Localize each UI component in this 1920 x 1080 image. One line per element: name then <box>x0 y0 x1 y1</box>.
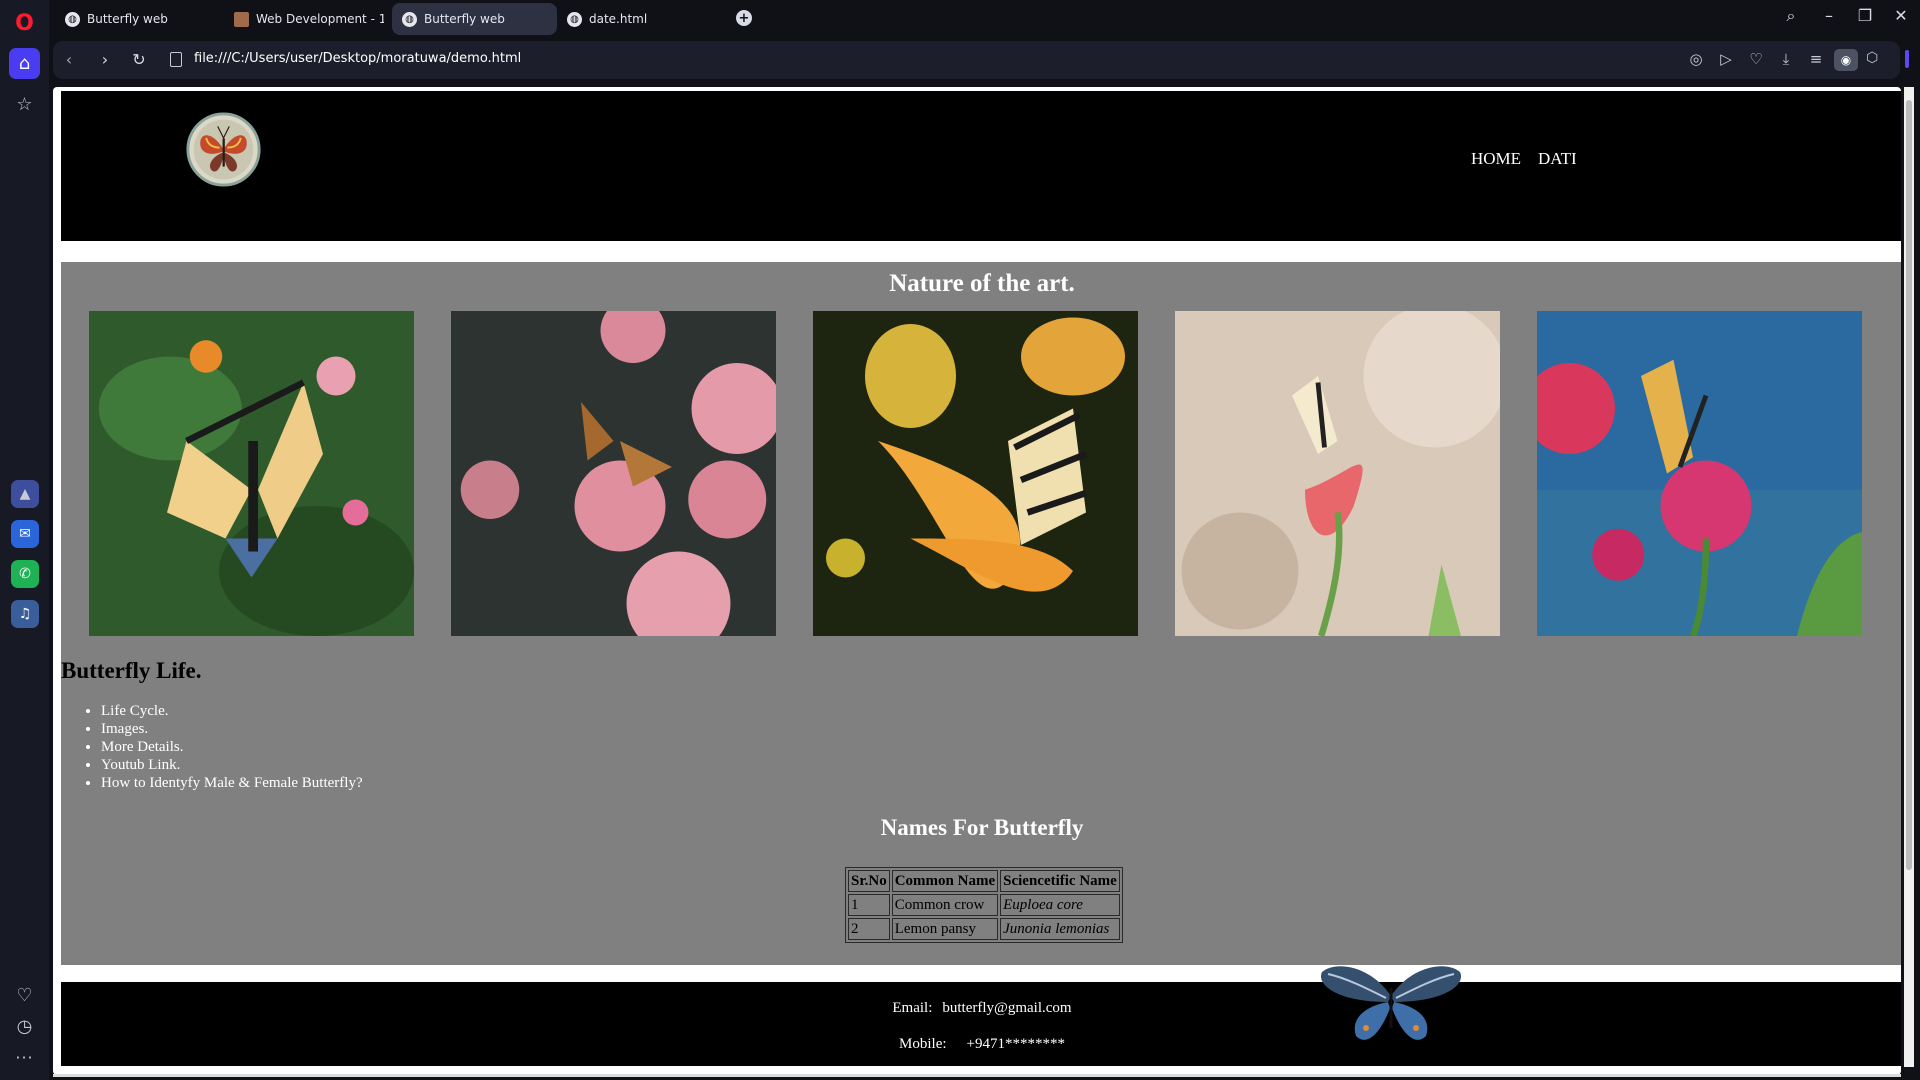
back-arrow-icon[interactable]: ‹ <box>59 50 79 69</box>
site-favicon-icon <box>234 11 249 27</box>
table-cell: Lemon pansy <box>891 918 999 940</box>
nav-home-link[interactable]: HOME <box>1471 149 1521 169</box>
gallery-image-4 <box>1175 311 1500 636</box>
heart-icon[interactable]: ♡ <box>1745 50 1767 68</box>
address-toolbar: ‹ › ↻ file:///C:/Users/user/Desktop/mora… <box>53 41 1900 79</box>
more-icon[interactable]: ··· <box>9 1042 40 1073</box>
opera-logo-icon[interactable]: O <box>9 8 40 39</box>
favorites-heart-icon[interactable]: ♡ <box>9 980 40 1011</box>
tab-butterfly-web-1[interactable]: ◍ Butterfly web <box>55 3 215 35</box>
life-list: Life Cycle. Images. More Details. Youtub… <box>101 702 363 792</box>
email-label: Email: <box>892 1000 933 1016</box>
messenger-icon[interactable]: ✉ <box>11 520 39 548</box>
browser-sidebar: O ⌂ ☆ ▲ ✉ ✆ ♫ ♡ ◷ ··· <box>0 0 49 1080</box>
globe-icon: ◍ <box>65 11 80 27</box>
table-header-scientific-name: Sciencetific Name <box>1000 870 1120 892</box>
page-file-icon <box>170 52 182 67</box>
tab-web-development[interactable]: Web Development - 1. We <box>224 3 384 35</box>
globe-icon: ◍ <box>402 11 417 27</box>
home-icon[interactable]: ⌂ <box>9 48 40 79</box>
footer-mobile-line: Mobile: +9471******** <box>61 1036 1901 1053</box>
tab-date-html[interactable]: ◍ date.html <box>557 3 717 35</box>
address-url-input[interactable]: file:///C:/Users/user/Desktop/moratuwa/d… <box>194 51 521 66</box>
mobile-value: +9471******** <box>966 1036 1065 1052</box>
table-cell: Common crow <box>891 894 999 916</box>
sidebar-toggle-indicator[interactable] <box>1905 50 1909 68</box>
minimize-icon[interactable]: – <box>1817 6 1841 25</box>
tab-title: date.html <box>589 12 648 26</box>
easy-setup-icon[interactable]: ≡ <box>1805 50 1827 68</box>
nature-heading: Nature of the art. <box>889 270 1075 297</box>
globe-icon: ◍ <box>567 11 582 27</box>
email-value: butterfly@gmail.com <box>942 1000 1072 1016</box>
table-header-row: Sr.No Common Name Sciencetific Name <box>848 870 1120 892</box>
butterfly-logo[interactable] <box>185 111 262 188</box>
history-clock-icon[interactable]: ◷ <box>9 1011 40 1042</box>
forward-arrow-icon[interactable]: › <box>95 50 115 69</box>
profile-avatar-icon[interactable]: ◉ <box>1834 49 1858 71</box>
butterfly-life-heading: Butterfly Life. <box>61 658 202 683</box>
main-section: Nature of the art. Butterfly Life. • Lif… <box>61 262 1901 965</box>
table-header-common-name: Common Name <box>891 870 999 892</box>
table-row: 1 Common crow Euploea core <box>848 894 1120 916</box>
site-header: HOME DATI <box>61 91 1901 241</box>
names-heading: Names For Butterfly <box>880 815 1084 840</box>
gallery-image-5 <box>1537 311 1862 636</box>
gallery-image-2 <box>451 311 776 636</box>
new-tab-plus-icon[interactable]: + <box>736 10 752 26</box>
search-tabs-icon[interactable]: ⌕ <box>1779 6 1803 26</box>
site-footer: Email: butterfly@gmail.com Mobile: +9471**… <box>61 966 1901 1066</box>
bookmarks-icon[interactable]: ☆ <box>9 89 40 120</box>
footer-butterfly-image <box>1320 966 1462 1040</box>
aria-icon[interactable]: ▲ <box>11 480 39 508</box>
table-cell: Junonia lemonias <box>1000 918 1120 940</box>
vertical-scrollbar-thumb[interactable] <box>1906 100 1912 870</box>
camera-icon[interactable]: ◎ <box>1685 50 1707 68</box>
restore-icon[interactable]: ❐ <box>1853 6 1877 25</box>
gallery-image-3 <box>813 311 1138 636</box>
music-player-icon[interactable]: ♫ <box>11 600 39 628</box>
butterfly-names-table: Sr.No Common Name Sciencetific Name 1 Co… <box>845 867 1123 943</box>
life-list-item: Images. <box>101 720 363 738</box>
tab-strip: ◍ Butterfly web Web Development - 1. We … <box>49 0 1920 37</box>
table-cell: Euploea core <box>1000 894 1120 916</box>
reload-icon[interactable]: ↻ <box>129 50 149 69</box>
footer-email-line: Email: butterfly@gmail.com <box>61 1000 1901 1017</box>
close-icon[interactable]: ✕ <box>1889 6 1913 25</box>
table-cell: 1 <box>848 894 890 916</box>
table-header-srno: Sr.No <box>848 870 890 892</box>
play-icon[interactable]: ▷ <box>1715 50 1737 68</box>
tab-title: Web Development - 1. We <box>256 12 384 26</box>
life-list-item: More Details. <box>101 738 363 756</box>
whatsapp-icon[interactable]: ✆ <box>11 560 39 588</box>
life-list-item: Youtub Link. <box>101 756 363 774</box>
table-cell: 2 <box>848 918 890 940</box>
extensions-cube-icon[interactable]: ⬡ <box>1866 50 1878 66</box>
gallery-image-1 <box>89 311 414 636</box>
mobile-label: Mobile: <box>899 1036 947 1052</box>
page-content: HOME DATI Nature of the art. Butterfly L… <box>61 91 1901 1066</box>
tab-title: Butterfly web <box>424 12 505 26</box>
download-icon[interactable]: ⤓ <box>1775 50 1797 68</box>
life-list-item: How to Identyfy Male & Female Butterfly? <box>101 774 363 792</box>
tab-title: Butterfly web <box>87 12 168 26</box>
web-viewport: HOME DATI Nature of the art. Butterfly L… <box>53 87 1901 1075</box>
horizontal-scrollbar[interactable] <box>53 1074 1901 1077</box>
tab-butterfly-web-active[interactable]: ◍ Butterfly web <box>392 3 557 35</box>
life-list-item: Life Cycle. <box>101 702 363 720</box>
nav-date-link[interactable]: DATI <box>1538 149 1577 169</box>
table-row: 2 Lemon pansy Junonia lemonias <box>848 918 1120 940</box>
